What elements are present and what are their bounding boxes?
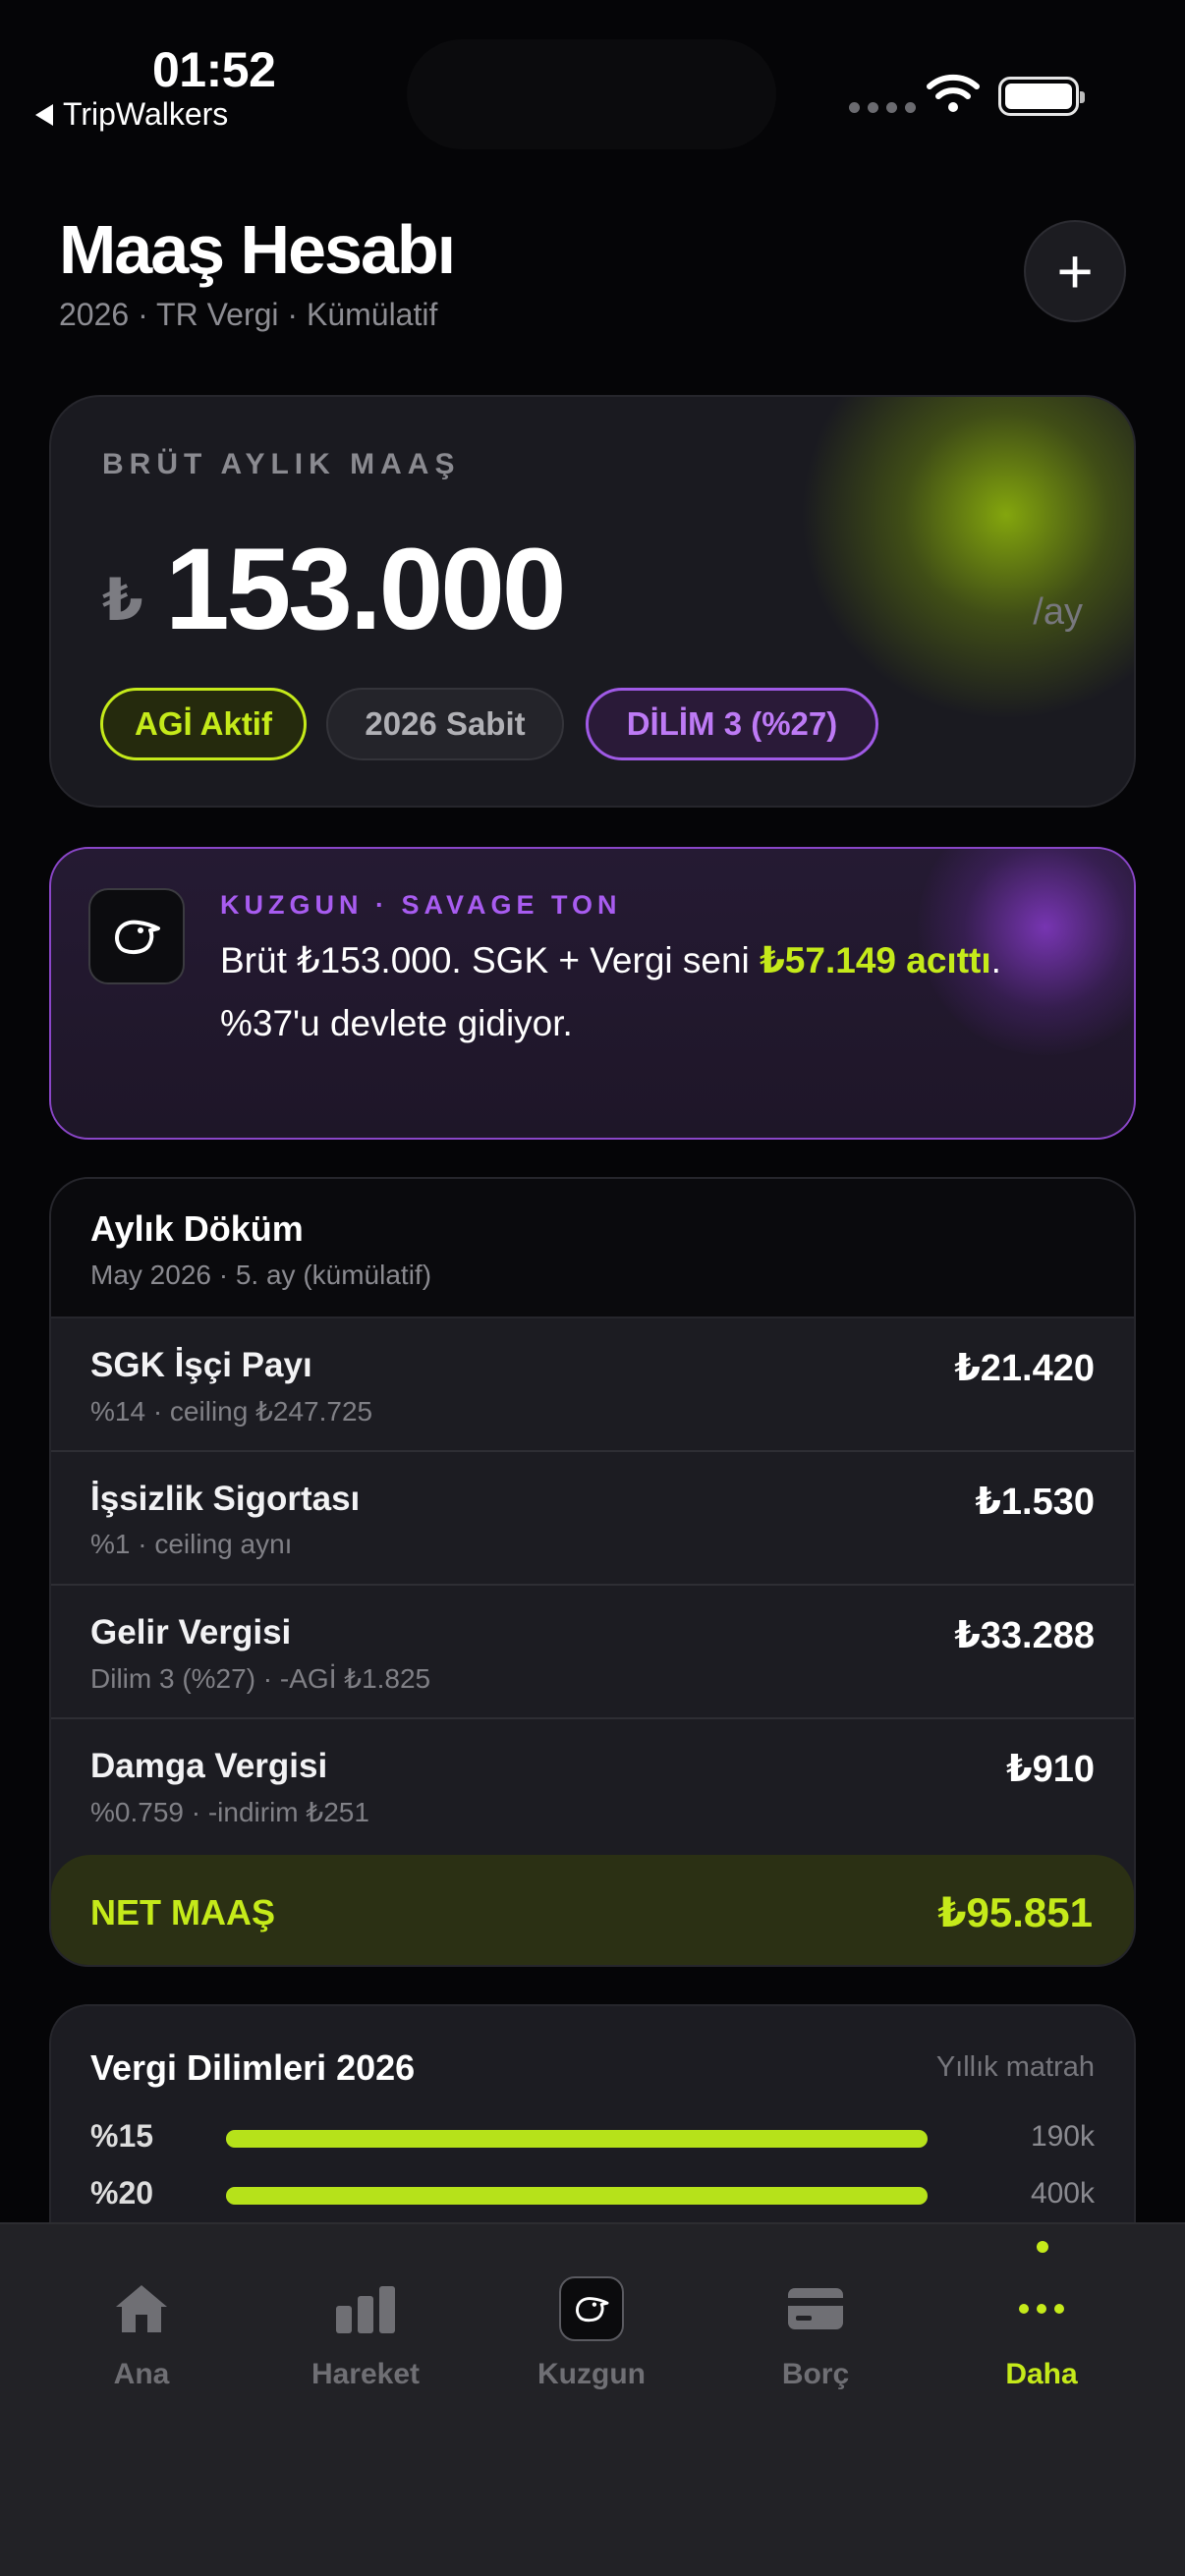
currency-symbol: ₺ (102, 567, 143, 633)
kuzgun-message: Brüt ₺153.000. SGK + Vergi seni ₺57.149 … (220, 940, 1001, 1043)
back-app-label: TripWalkers (63, 96, 229, 132)
page-subtitle: 2026 · TR Vergi · Kümülatif (59, 297, 438, 332)
brackets-title: Vergi Dilimleri 2026 (90, 2047, 416, 2088)
tab-label: Hareket (310, 2358, 421, 2390)
tab-label: Kuzgun (537, 2358, 646, 2390)
net-salary-row: NET MAAŞ ₺95.851 (51, 1855, 1134, 1965)
gross-salary-card[interactable]: BRÜT AYLIK MAAŞ ₺ 153.000 /ay AGİ Aktif … (49, 395, 1136, 808)
bracket-row: %20 400k (51, 2173, 1134, 2216)
deduction-name: Gelir Vergisi (90, 1613, 292, 1652)
kuzgun-insight-card[interactable]: KUZGUN · SAVAGE TON Brüt ₺153.000. SGK +… (49, 847, 1136, 1140)
deduction-desc: Dilim 3 (%27) · -AGİ ₺1.825 (90, 1663, 431, 1694)
year-fixed-chip[interactable]: 2026 Sabit (326, 688, 564, 760)
deduction-desc: %0.759 · -indirim ₺251 (90, 1797, 369, 1827)
deduction-name: Damga Vergisi (90, 1747, 328, 1785)
more-icon (1006, 2273, 1077, 2344)
net-salary-label: NET MAAŞ (90, 1892, 275, 1932)
deduction-amount: ₺910 (1006, 1749, 1095, 1790)
back-to-app-link[interactable]: TripWalkers (35, 96, 228, 133)
battery-icon (998, 77, 1085, 116)
tab-daha[interactable]: Daha (943, 2273, 1140, 2391)
deduction-amount: ₺1.530 (975, 1482, 1095, 1523)
breakdown-subtitle: May 2026 · 5. ay (kümülatif) (90, 1260, 432, 1290)
bracket-fill (226, 2130, 928, 2148)
bracket-threshold: 190k (1030, 2120, 1095, 2153)
page-title: Maaş Hesabı (59, 211, 456, 288)
bracket-bar (226, 2187, 928, 2205)
salary-period: /ay (1033, 591, 1083, 633)
status-time: 01:52 (152, 42, 276, 97)
accent-glow (800, 397, 1134, 721)
deduction-name: İşsizlik Sigortası (90, 1480, 361, 1518)
gross-salary-label: BRÜT AYLIK MAAŞ (102, 448, 461, 480)
deduction-desc: %1 · ceiling aynı (90, 1529, 293, 1559)
tab-label: Daha (1005, 2358, 1078, 2390)
wifi-icon (927, 74, 980, 112)
bracket-rate: %15 (90, 2118, 154, 2154)
dynamic-island (407, 39, 776, 149)
credit-card-icon (780, 2273, 851, 2344)
cellular-signal-icon (849, 102, 916, 113)
kuzgun-tag: KUZGUN · SAVAGE TON (220, 890, 622, 920)
breakdown-title: Aylık Döküm (90, 1208, 304, 1249)
bracket-row: %15 190k (51, 2116, 1134, 2159)
tax-bracket-chip[interactable]: DİLİM 3 (%27) (586, 688, 878, 760)
active-tab-indicator (1037, 2241, 1048, 2253)
tab-label: Borç (781, 2358, 850, 2390)
monthly-breakdown-card: Aylık Döküm May 2026 · 5. ay (kümülatif)… (49, 1177, 1136, 1967)
bar-chart-icon (330, 2273, 401, 2344)
bracket-threshold: 400k (1030, 2177, 1095, 2210)
tab-hareket[interactable]: Hareket (267, 2273, 464, 2391)
tab-ana[interactable]: Ana (43, 2273, 240, 2391)
bracket-fill (226, 2187, 928, 2205)
deduction-desc: %14 · ceiling ₺247.725 (90, 1396, 373, 1427)
agi-active-chip[interactable]: AGİ Aktif (100, 688, 307, 760)
deduction-row-sgk[interactable]: SGK İşçi Payı %14 · ceiling ₺247.725 ₺21… (51, 1318, 1134, 1452)
bracket-rate: %20 (90, 2175, 154, 2211)
home-icon (106, 2273, 177, 2344)
tab-label: Ana (113, 2358, 170, 2390)
deduction-row-unemployment[interactable]: İşsizlik Sigortası %1 · ceiling aynı ₺1.… (51, 1452, 1134, 1586)
breakdown-header: Aylık Döküm May 2026 · 5. ay (kümülatif) (51, 1179, 1134, 1318)
bracket-bar (226, 2130, 928, 2148)
raven-avatar-icon (88, 888, 185, 984)
back-triangle-icon (35, 103, 53, 126)
tab-borc[interactable]: Borç (717, 2273, 914, 2391)
deduction-amount: ₺21.420 (954, 1348, 1095, 1389)
gross-salary-value: 153.000 (165, 525, 567, 654)
tab-kuzgun[interactable]: Kuzgun (493, 2273, 690, 2391)
brackets-hint: Yıllık matrah (935, 2051, 1095, 2083)
deduction-row-stamp-tax[interactable]: Damga Vergisi %0.759 · -indirim ₺251 ₺91… (51, 1719, 1134, 1853)
deduction-name: SGK İşçi Payı (90, 1346, 312, 1384)
add-button[interactable]: + (1024, 220, 1126, 322)
raven-icon (556, 2273, 627, 2344)
deduction-amount: ₺33.288 (954, 1615, 1095, 1656)
deduction-row-income-tax[interactable]: Gelir Vergisi Dilim 3 (%27) · -AGİ ₺1.82… (51, 1586, 1134, 1719)
bottom-tab-bar: Ana Hareket Kuzgun Borç Daha (0, 2222, 1185, 2576)
net-salary-value: ₺95.851 (937, 1889, 1093, 1935)
kuzgun-highlight: ₺57.149 acıttı (760, 940, 991, 980)
